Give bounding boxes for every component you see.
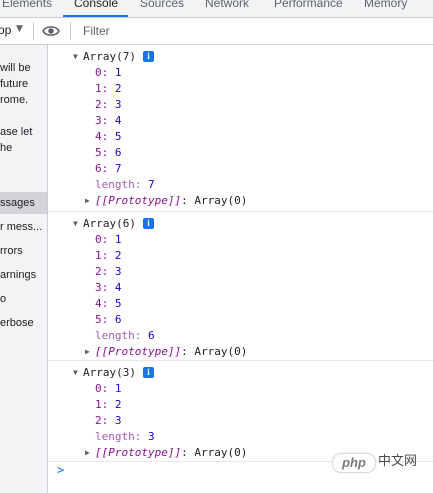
array-entry: 2: 3: [95, 265, 122, 278]
warning-line: [0, 108, 47, 124]
console-message: ▼ Array(7) i 0: 1 1: 2 2: 3 3: 4 4: 5 5: …: [48, 45, 433, 212]
console-output: ▼ Array(7) i 0: 1 1: 2 2: 3 3: 4 4: 5 5: …: [48, 45, 433, 493]
sidebar-item-user-messages[interactable]: r mess...: [0, 216, 47, 238]
info-icon[interactable]: i: [142, 367, 154, 378]
array-length: length: 3: [95, 430, 155, 443]
caret-down-icon[interactable]: ▼: [16, 24, 23, 34]
expand-triangle-icon[interactable]: ▼: [73, 219, 78, 228]
devtools-tab-bar: Elements Console Sources Network Perform…: [0, 0, 433, 18]
sidebar-item-messages[interactable]: ssages: [0, 192, 47, 214]
array-summary: Array(3): [83, 366, 136, 379]
tab-sources[interactable]: Sources: [140, 0, 184, 10]
toolbar-divider: [70, 22, 71, 40]
expand-triangle-icon[interactable]: ▼: [73, 368, 78, 377]
warning-line: rome.: [0, 94, 29, 106]
array-entry: 2: 3: [95, 98, 122, 111]
array-prototype[interactable]: [[Prototype]]: Array(0): [95, 445, 247, 461]
sidebar-item-errors[interactable]: rrors: [0, 240, 47, 262]
filter-input[interactable]: [79, 22, 427, 40]
console-message: ▼ Array(6) i 0: 1 1: 2 2: 3 3: 4 4: 5 5: …: [48, 212, 433, 361]
console-message: ▼ Array(3) i 0: 1 1: 2 2: 3 length: 3 ▶ […: [48, 361, 433, 462]
php-logo: php: [332, 453, 376, 473]
array-entry: 0: 1: [95, 66, 122, 79]
array-entry: 0: 1: [95, 382, 122, 395]
tab-network[interactable]: Network: [205, 0, 249, 10]
watermark-site-text: 中文网: [378, 454, 418, 469]
warning-line: future: [0, 78, 29, 90]
console-toolbar: op ▼: [0, 18, 433, 45]
tab-performance[interactable]: Performance: [274, 0, 343, 10]
eye-icon[interactable]: [42, 24, 60, 38]
array-entry: 6: 7: [95, 162, 122, 175]
array-summary: Array(7): [83, 50, 136, 63]
array-summary: Array(6): [83, 217, 136, 230]
array-length: length: 6: [95, 329, 155, 342]
console-sidebar: will be future rome. ase let he ssages r…: [0, 45, 48, 493]
array-entry: 3: 4: [95, 114, 122, 127]
sidebar-item-info[interactable]: o: [0, 288, 47, 310]
php-cn-watermark: php 中文网: [332, 451, 424, 473]
sidebar-item-verbose[interactable]: erbose: [0, 312, 47, 334]
context-selector[interactable]: op: [0, 23, 11, 37]
array-entry: 5: 6: [95, 313, 122, 326]
sidebar-warning-text: will be future rome. ase let he: [0, 60, 47, 156]
array-entry: 5: 6: [95, 146, 122, 159]
array-header[interactable]: Array(3) i: [83, 365, 154, 381]
collapsed-triangle-icon[interactable]: ▶: [85, 448, 90, 457]
tab-console[interactable]: Console: [74, 0, 118, 10]
array-header[interactable]: Array(6) i: [83, 216, 154, 232]
array-entry: 2: 3: [95, 414, 122, 427]
warning-line: ase let: [0, 126, 33, 138]
sidebar-item-warnings[interactable]: arnings: [0, 264, 47, 286]
array-prototype[interactable]: [[Prototype]]: Array(0): [95, 344, 247, 360]
warning-line: he: [0, 142, 13, 154]
info-icon[interactable]: i: [142, 51, 154, 62]
array-length: length: 7: [95, 178, 155, 191]
array-entry: 0: 1: [95, 233, 122, 246]
expand-triangle-icon[interactable]: ▼: [73, 52, 78, 61]
array-prototype[interactable]: [[Prototype]]: Array(0): [95, 193, 247, 209]
collapsed-triangle-icon[interactable]: ▶: [85, 196, 90, 205]
array-entry: 4: 5: [95, 130, 122, 143]
array-entry: 1: 2: [95, 249, 122, 262]
toolbar-divider: [33, 22, 34, 40]
array-entry: 4: 5: [95, 297, 122, 310]
array-entry: 3: 4: [95, 281, 122, 294]
tab-elements[interactable]: Elements: [2, 0, 52, 10]
info-icon[interactable]: i: [142, 218, 154, 229]
collapsed-triangle-icon[interactable]: ▶: [85, 347, 90, 356]
array-entry: 1: 2: [95, 398, 122, 411]
array-header[interactable]: Array(7) i: [83, 49, 154, 65]
warning-line: will be: [0, 62, 31, 74]
active-tab-indicator: [63, 15, 128, 17]
console-prompt[interactable]: >: [57, 463, 64, 477]
array-entry: 1: 2: [95, 82, 122, 95]
tab-memory[interactable]: Memory: [364, 0, 407, 10]
